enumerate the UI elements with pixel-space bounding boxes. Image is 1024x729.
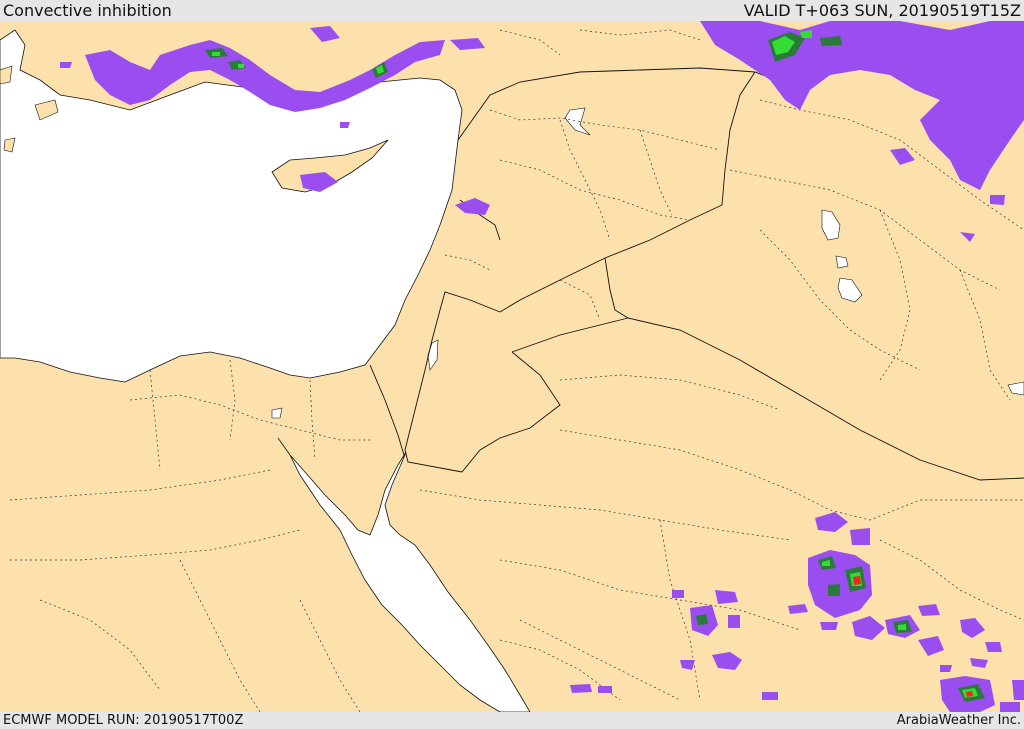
map-title: Convective inhibition <box>3 1 172 20</box>
credit-label: ArabiaWeather Inc. <box>896 713 1021 728</box>
lake-small <box>835 255 849 269</box>
map-canvas <box>0 21 1024 712</box>
valid-time: VALID T+063 SUN, 20190519T15Z <box>743 1 1021 20</box>
model-run-label: ECMWF MODEL RUN: 20190517T00Z <box>3 713 244 728</box>
nile-lake <box>271 407 283 419</box>
map-panel <box>0 21 1024 712</box>
footer-bar: ECMWF MODEL RUN: 20190517T00Z ArabiaWeat… <box>0 712 1024 729</box>
title-bar: Convective inhibition VALID T+063 SUN, 2… <box>0 0 1024 21</box>
